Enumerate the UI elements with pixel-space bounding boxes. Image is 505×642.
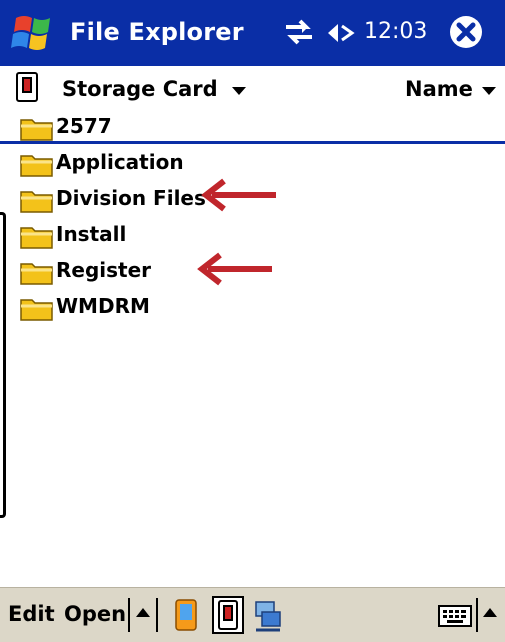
volume-icon[interactable]	[322, 18, 356, 48]
file-name: Register	[56, 258, 152, 282]
divider	[156, 598, 158, 632]
up-arrow-icon[interactable]	[482, 606, 498, 618]
edit-menu[interactable]: Edit	[8, 602, 55, 626]
divider	[128, 598, 130, 632]
storage-card-icon	[218, 600, 238, 630]
file-name: Install	[56, 222, 127, 246]
annotation-arrow-icon	[201, 178, 276, 212]
folder-icon	[20, 299, 53, 321]
frame-edge	[0, 212, 6, 518]
list-item[interactable]: 2577	[0, 108, 505, 142]
folder-icon	[20, 155, 53, 177]
menu-bar: Edit Open	[0, 587, 505, 642]
file-name: WMDRM	[56, 294, 150, 318]
folder-icon	[20, 263, 53, 285]
network-icon[interactable]	[252, 596, 284, 634]
file-name: Division Files	[56, 186, 206, 210]
keyboard-icon[interactable]	[438, 604, 472, 628]
list-item[interactable]: WMDRM	[0, 288, 505, 322]
list-item[interactable]: Application	[0, 144, 505, 178]
location-bar: Storage Card Name	[0, 66, 505, 108]
chevron-down-icon[interactable]	[232, 87, 246, 95]
open-menu[interactable]: Open	[64, 602, 126, 626]
windows-start-icon[interactable]	[10, 12, 60, 54]
divider	[476, 598, 478, 632]
folder-icon	[20, 227, 53, 249]
file-name: Application	[56, 150, 184, 174]
close-icon[interactable]	[449, 15, 483, 49]
clock[interactable]: 12:03	[364, 19, 427, 44]
chevron-down-icon[interactable]	[482, 87, 496, 95]
sort-dropdown[interactable]: Name	[405, 77, 473, 101]
file-name: 2577	[56, 114, 112, 138]
folder-icon	[20, 119, 53, 141]
storage-card-icon	[16, 72, 38, 102]
connectivity-icon[interactable]	[282, 19, 316, 45]
up-arrow-icon[interactable]	[135, 606, 151, 618]
app-title: File Explorer	[70, 18, 244, 46]
storage-card-button[interactable]	[212, 596, 244, 634]
list-item[interactable]: Install	[0, 216, 505, 250]
folder-icon	[20, 191, 53, 213]
my-device-icon[interactable]	[170, 596, 202, 634]
title-bar: File Explorer 12:03	[0, 0, 505, 66]
location-dropdown[interactable]: Storage Card	[62, 77, 218, 101]
annotation-arrow-icon	[197, 252, 272, 286]
